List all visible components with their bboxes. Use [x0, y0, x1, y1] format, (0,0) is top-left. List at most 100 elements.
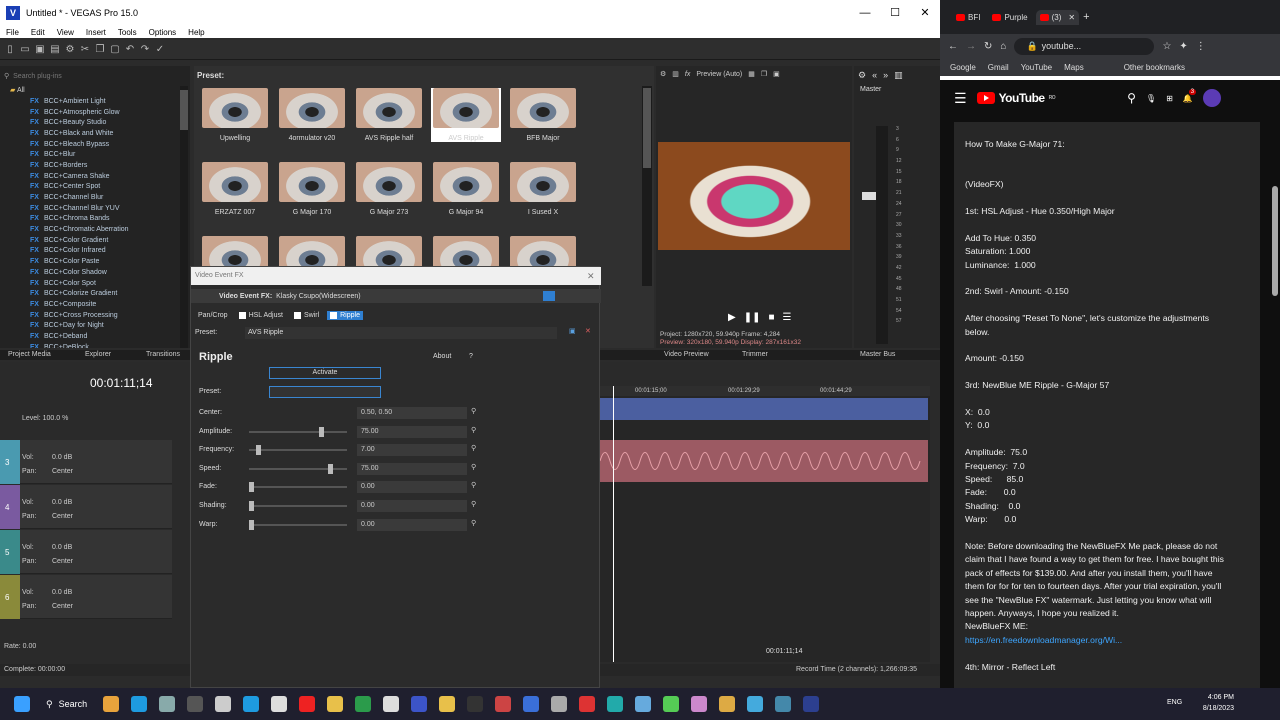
chrome-icon[interactable]	[355, 696, 372, 712]
timeline-ruler[interactable]: 00:01:15;00 00:01:29;29 00:01:44;29	[600, 386, 930, 396]
chain-view-icon[interactable]	[543, 291, 555, 301]
preset-thumbnail[interactable]: G Major 273	[354, 162, 424, 216]
taskbar-app-icon[interactable]	[691, 696, 708, 712]
plugin-item[interactable]: FX BCC+Colorize Gradient	[30, 288, 180, 299]
taskbar-app-icon[interactable]	[579, 696, 596, 712]
preset-thumbnail[interactable]: Upwelling	[200, 88, 270, 142]
chain-hsl-adjust[interactable]: HSL Adjust	[236, 311, 286, 320]
param-slider[interactable]	[249, 445, 347, 456]
activate-button[interactable]: Activate	[269, 367, 381, 379]
taskbar-app-icon[interactable]	[439, 696, 456, 712]
undo-icon[interactable]: ↶	[124, 44, 136, 56]
param-value-field[interactable]: 7.00	[357, 444, 467, 457]
track-header[interactable]: 4 Vol: 0.0 dB Pan: Center	[0, 485, 172, 529]
plugin-item[interactable]: FX BCC+Cross Processing	[30, 310, 180, 321]
plugin-item[interactable]: FX BCC+Black and White	[30, 128, 180, 139]
plugin-item[interactable]: FX BCC+Ambient Light	[30, 96, 180, 107]
close-icon[interactable]: ✕	[587, 271, 597, 281]
plugin-item[interactable]: FX BCC+Borders	[30, 160, 180, 171]
copy-icon[interactable]: ❐	[94, 44, 106, 56]
reload-icon[interactable]: ↻	[984, 41, 992, 52]
youtube-logo[interactable]: YouTube RO	[976, 91, 1056, 105]
keyframe-icon[interactable]: ⚲	[471, 519, 476, 527]
menu-insert[interactable]: Insert	[80, 28, 112, 37]
tab-project-media[interactable]: Project Media	[8, 351, 51, 358]
taskbar-app-icon[interactable]	[663, 696, 680, 712]
param-slider[interactable]	[249, 482, 347, 493]
opera-icon[interactable]	[299, 696, 316, 712]
keyframe-icon[interactable]: ⚲	[471, 407, 476, 415]
description-scrollbar[interactable]	[1272, 186, 1278, 296]
chain-swirl[interactable]: Swirl	[291, 311, 322, 320]
menu-file[interactable]: File	[0, 28, 25, 37]
checkbox-icon[interactable]	[293, 311, 301, 319]
checkbox-icon[interactable]	[238, 311, 246, 319]
param-value-field[interactable]: 0.00	[357, 481, 467, 494]
menu-tools[interactable]: Tools	[112, 28, 143, 37]
track-header[interactable]: 3 Vol: 0.0 dB Pan: Center	[0, 440, 172, 484]
video-clip[interactable]	[600, 398, 928, 420]
tab-bfi[interactable]: BFI	[952, 10, 984, 25]
tab-trimmer[interactable]: Trimmer	[742, 351, 768, 358]
keyframe-icon[interactable]: ⚲	[471, 444, 476, 452]
plugin-item[interactable]: FX BCC+Color Spot	[30, 278, 180, 289]
star-icon[interactable]: ☆	[1162, 41, 1171, 52]
meter-icon[interactable]: ▥	[894, 70, 903, 81]
save-icon[interactable]: ▣	[34, 44, 46, 56]
taskbar-app-icon[interactable]	[775, 696, 792, 712]
maximize-button[interactable]: ☐	[880, 0, 910, 26]
plugin-item[interactable]: FX BCC+Chromatic Aberration	[30, 224, 180, 235]
url-field[interactable]: 🔒 youtube...	[1014, 37, 1155, 55]
taskbar-app-icon[interactable]	[383, 696, 400, 712]
plugin-item[interactable]: FX BCC+Channel Blur	[30, 192, 180, 203]
new-icon[interactable]: ▯	[4, 44, 16, 56]
close-icon[interactable]: ✕	[1068, 13, 1075, 22]
preset-scrollbar[interactable]	[642, 86, 652, 286]
bell-icon[interactable]: 🔔 3	[1183, 88, 1197, 103]
param-value-field[interactable]: 0.50, 0.50	[357, 407, 467, 419]
taskbar-search[interactable]: ⚲ Search	[36, 699, 97, 710]
forward-icon[interactable]: →	[966, 41, 976, 52]
track-header[interactable]: 5 Vol: 0.0 dB Pan: Center	[0, 530, 172, 574]
plugin-search[interactable]: ⚲ Search plug-ins	[4, 70, 186, 82]
cut-icon[interactable]: ✂	[79, 44, 91, 56]
taskbar-app-icon[interactable]	[159, 696, 176, 712]
preset-thumbnail[interactable]: BFB Major	[508, 88, 578, 142]
bookmark-youtube[interactable]: YouTube	[1021, 63, 1052, 72]
plugin-item[interactable]: FX BCC+Day for Night	[30, 320, 180, 331]
tab-explorer[interactable]: Explorer	[85, 351, 111, 358]
render-icon[interactable]: ▤	[49, 44, 61, 56]
param-value-field[interactable]: 0.00	[357, 518, 467, 531]
open-icon[interactable]: ▭	[19, 44, 31, 56]
plugin-item[interactable]: FX BCC+DeBlock	[30, 342, 180, 348]
preset-thumbnail[interactable]: G Major 170	[277, 162, 347, 216]
bookmark-google[interactable]: Google	[950, 63, 976, 72]
keyframe-icon[interactable]: ⚲	[471, 426, 476, 434]
track-header[interactable]: 6 Vol: 0.0 dB Pan: Center	[0, 575, 172, 619]
plugin-item[interactable]: FX BCC+Color Infrared	[30, 246, 180, 257]
menu-help[interactable]: Help	[182, 28, 210, 37]
preset-thumbnail[interactable]: G Major 94	[431, 162, 501, 216]
delete-preset-icon[interactable]: ✕	[585, 327, 591, 335]
playhead[interactable]	[613, 386, 614, 662]
plugin-item[interactable]: FX BCC+Channel Blur YUV	[30, 203, 180, 214]
taskbar-app-icon[interactable]	[495, 696, 512, 712]
bookmark-gmail[interactable]: Gmail	[988, 63, 1009, 72]
menu-icon[interactable]: ☰	[783, 312, 792, 323]
fx-icon[interactable]: fx	[685, 71, 690, 78]
plugin-item[interactable]: FX BCC+Blur	[30, 149, 180, 160]
taskbar-app-icon[interactable]	[103, 696, 120, 712]
tab-purple[interactable]: Purple	[988, 10, 1031, 25]
slider-handle[interactable]	[249, 482, 254, 493]
plugin-item[interactable]: FX BCC+Chroma Bands	[30, 214, 180, 225]
taskbar-app-icon[interactable]	[635, 696, 652, 712]
taskbar-app-icon[interactable]	[607, 696, 624, 712]
chain-pan-crop[interactable]: Pan/Crop	[195, 311, 231, 320]
param-slider[interactable]	[249, 426, 347, 437]
create-icon[interactable]: ⊞	[1166, 94, 1173, 103]
plugin-scrollbar[interactable]	[180, 86, 188, 348]
slider-handle[interactable]	[255, 445, 261, 456]
hamburger-icon[interactable]: ☰	[954, 90, 967, 107]
audio-clip[interactable]	[599, 440, 928, 482]
keyframe-icon[interactable]: ⚲	[471, 463, 476, 471]
